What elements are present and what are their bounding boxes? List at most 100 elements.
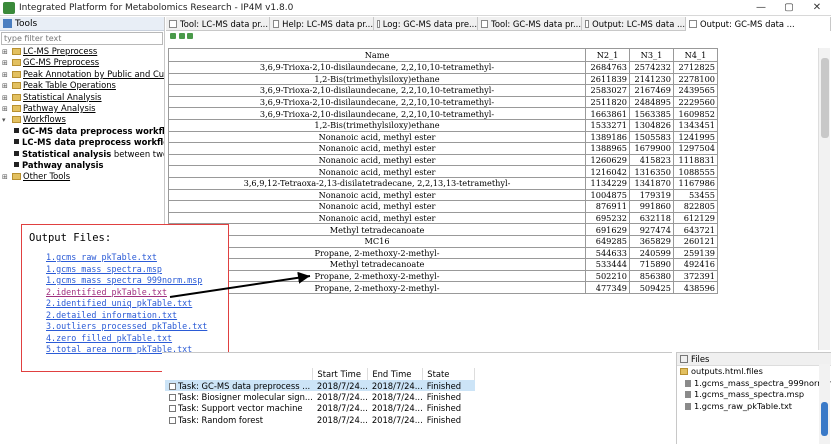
output-file-link[interactable]: 2.identified_uniq_pkTable.txt	[46, 298, 228, 310]
expand-icon[interactable]: ⊞	[2, 81, 12, 91]
cell-value: 179319	[629, 188, 674, 202]
table-scrollbar[interactable]	[818, 48, 830, 350]
tree-item-gcms-workflow[interactable]: GC-MS data preprocess workflow	[0, 126, 164, 137]
file-tree-item[interactable]: 1.gcms_mass_spectra.msp	[677, 389, 831, 401]
filter-input[interactable]: type filter text	[1, 32, 163, 45]
scrollbar-thumb[interactable]	[821, 58, 829, 138]
output-file-link[interactable]: 4.zero_filled_pkTable.txt	[46, 333, 228, 345]
cell-value: 2439565	[672, 84, 719, 97]
table-row: 3,6,9-Trioxa-2,10-disilaundecane, 2,2,10…	[168, 95, 719, 109]
output-file-link[interactable]: 1.gcms_mass_spectra.msp	[46, 264, 228, 276]
cell-value: 533444	[585, 258, 631, 271]
tab-help-lcms[interactable]: Help: LC-MS data pr...	[270, 17, 374, 31]
cell-value: 927474	[629, 223, 674, 236]
cell-value: 1609852	[672, 107, 719, 120]
tree-item-workflows[interactable]: ▾ Workflows	[0, 114, 164, 125]
task-name: Task: GC-MS data preprocess ...	[178, 380, 311, 391]
tab-label: Output: LC-MS data ...	[592, 19, 685, 29]
expand-icon[interactable]: ⊞	[2, 93, 12, 103]
cell-value: 991860	[629, 200, 674, 213]
tree-item-lcms-workflow[interactable]: LC-MS data preprocess workflow	[0, 137, 164, 148]
cell-value: 2511820	[585, 95, 631, 109]
collapse-icon[interactable]: ▾	[2, 115, 12, 125]
table-row: Nonanoic acid, methyl ester 1004875 179319…	[168, 188, 719, 202]
tree-item-other-tools[interactable]: ⊞ Other Tools	[0, 171, 164, 182]
task-row[interactable]: Task: Biosigner molecular sign... 2018/7…	[165, 391, 475, 402]
output-icon	[585, 20, 590, 28]
file-label: 1.gcms_mass_spectra_999norm.m	[694, 377, 831, 388]
cell-compound-name: 3,6,9-Trioxa-2,10-disilaundecane, 2,2,10…	[168, 95, 587, 109]
task-row[interactable]: Task: Random forest 2018/7/24... 2018/7/…	[165, 414, 475, 425]
back-icon[interactable]	[179, 33, 185, 39]
task-row[interactable]: Task: Support vector machine 2018/7/24..…	[165, 403, 475, 414]
maximize-button[interactable]: ▢	[775, 2, 803, 13]
expand-icon[interactable]: ⊞	[2, 70, 12, 80]
tree-item-peak-table-operations[interactable]: ⊞ Peak Table Operations	[0, 80, 164, 91]
output-file-link[interactable]: 1.gcms_mass_spectra_999norm.msp	[46, 275, 228, 287]
folder-icon	[12, 70, 21, 78]
cell-value: 2229560	[672, 95, 719, 109]
output-file-link-identified[interactable]: 2.identified_pkTable.txt	[46, 287, 228, 299]
tree-item-statistical-workflow[interactable]: Statistical analysis between two gr	[0, 149, 164, 160]
tree-item-label: GC-MS data preprocess workflow	[22, 125, 164, 136]
cell-value: 1088555	[672, 165, 719, 178]
tab-output-gcms[interactable]: Output: GC-MS data ...	[686, 17, 831, 31]
cell-value: 509425	[629, 281, 674, 294]
help-icon	[273, 20, 280, 28]
expand-icon[interactable]: ⊞	[2, 58, 12, 68]
task-end: 2018/7/24...	[371, 414, 423, 425]
tree-item-label: GC-MS Preprocess	[23, 57, 100, 68]
tab-output-lcms[interactable]: Output: LC-MS data ...	[582, 17, 686, 31]
column-header-n3: N3_1	[629, 48, 674, 62]
tree-item-statistical-analysis[interactable]: ⊞ Statistical Analysis	[0, 92, 164, 103]
tab-tool-lcms[interactable]: Tool: LC-MS data pr...	[166, 17, 270, 31]
scrollbar-thumb[interactable]	[821, 402, 828, 436]
cell-value: 643721	[672, 223, 719, 236]
expand-icon[interactable]: ⊞	[2, 172, 12, 182]
table-row: MC16 649285 365829 260121	[168, 234, 719, 248]
file-tree-folder[interactable]: outputs.html.files	[677, 366, 831, 378]
minimize-button[interactable]: —	[747, 2, 775, 13]
forward-icon[interactable]	[187, 33, 193, 39]
output-file-link[interactable]: 3.outliers_processed_pkTable.txt	[46, 321, 228, 333]
tree-item-gcms-preprocess[interactable]: ⊞ GC-MS Preprocess	[0, 57, 164, 68]
refresh-icon[interactable]	[170, 33, 176, 39]
cell-value: 365829	[629, 234, 674, 248]
expand-icon[interactable]: ⊞	[2, 47, 12, 57]
task-state: Finished	[422, 380, 475, 392]
cell-value: 2611839	[585, 72, 631, 86]
expand-icon[interactable]: ⊞	[2, 104, 12, 114]
files-scrollbar[interactable]	[819, 364, 830, 444]
cell-value: 1216042	[585, 165, 631, 178]
output-file-link[interactable]: 2.detailed_information.txt	[46, 310, 228, 322]
window-controls: — ▢ ✕	[747, 2, 831, 13]
file-tree-item[interactable]: 1.gcms_mass_spectra_999norm.m	[677, 378, 831, 390]
tree-item-lcms-preprocess[interactable]: ⊞ LC-MS Preprocess	[0, 46, 164, 57]
cell-value: 415823	[629, 153, 674, 167]
tree-item-pathway-workflow[interactable]: Pathway analysis	[0, 160, 164, 171]
output-file-link[interactable]: 1.gcms_raw_pkTable.txt	[46, 252, 228, 264]
tab-label: Help: LC-MS data pr...	[282, 19, 373, 29]
tree-item-pathway-analysis[interactable]: ⊞ Pathway Analysis	[0, 103, 164, 114]
cell-value: 1389186	[585, 130, 631, 144]
output-icon	[689, 20, 697, 28]
task-row[interactable]: Task: GC-MS data preprocess ... 2018/7/2…	[165, 380, 475, 392]
peak-table: Name N2_1 N3_1 N4_1 3,6,9-Trioxa-2,10-di…	[168, 48, 719, 294]
close-button[interactable]: ✕	[803, 2, 831, 13]
tree-item-label: LC-MS data preprocess workflow	[22, 137, 164, 148]
tree-item-peak-annotation[interactable]: ⊞ Peak Annotation by Public and Custo	[0, 69, 164, 80]
cell-value: 612129	[672, 211, 719, 225]
cell-value: 240599	[629, 246, 674, 260]
file-label: 1.gcms_raw_pkTable.txt	[694, 400, 792, 411]
tool-icon	[169, 20, 177, 28]
tasks-header-row: Start Time End Time State	[165, 368, 476, 380]
cell-value: 2278100	[672, 72, 719, 86]
tools-icon	[3, 19, 12, 28]
file-tree-item[interactable]: 1.gcms_raw_pkTable.txt	[677, 401, 831, 413]
tab-tool-gcms[interactable]: Tool: GC-MS data pr...	[478, 17, 582, 31]
cell-compound-name: Nonanoic acid, methyl ester	[168, 200, 587, 213]
tree-item-label-extra: between two gr	[113, 148, 164, 159]
tab-log-gcms[interactable]: Log: GC-MS data pre...	[374, 17, 478, 31]
cell-compound-name: Methyl tetradecanoate	[168, 223, 587, 236]
cell-compound-name: Propane, 2-methoxy-2-methyl-	[168, 269, 587, 283]
